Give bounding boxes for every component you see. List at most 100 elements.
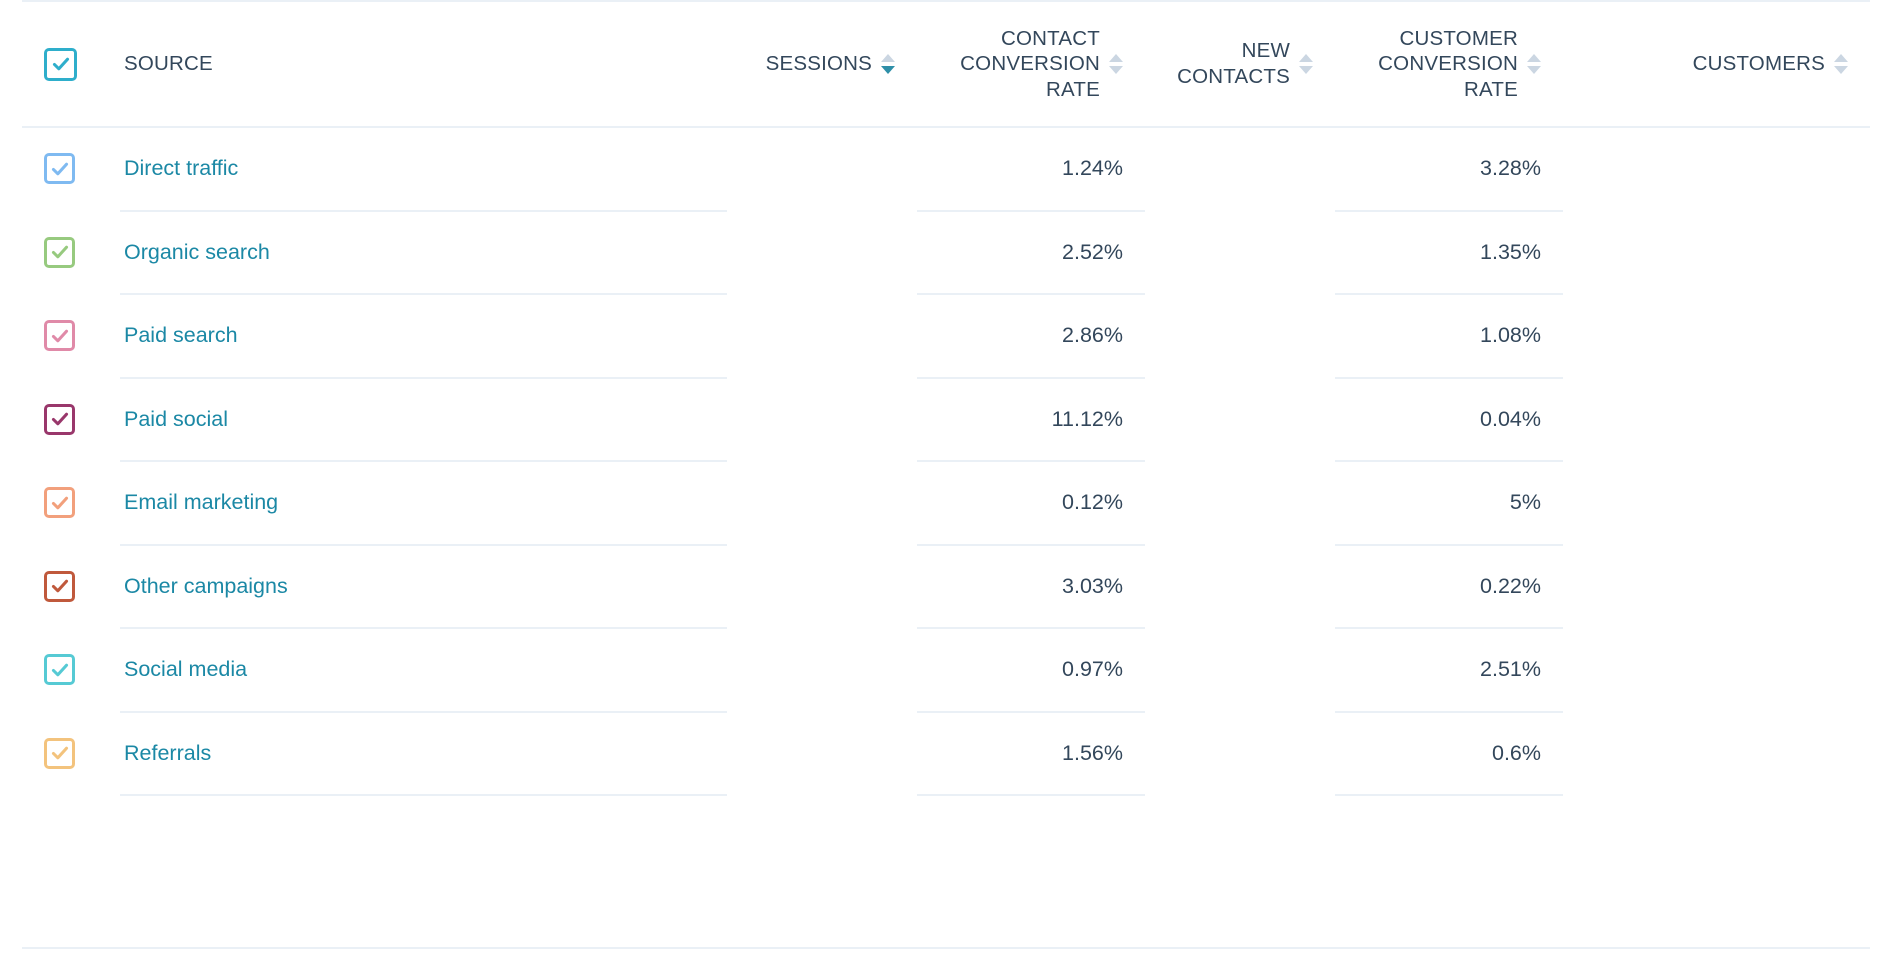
source-cell: Paid social — [120, 378, 727, 462]
row-checkbox[interactable] — [44, 487, 75, 518]
source-link[interactable]: Paid social — [124, 407, 228, 431]
row-checkbox[interactable] — [44, 320, 75, 351]
header-cell-customers[interactable]: CUSTOMERS — [1563, 1, 1870, 127]
contact-conversion-rate-cell: 0.97% — [917, 628, 1145, 712]
source-cell: Referrals — [120, 712, 727, 796]
source-link[interactable]: Paid search — [124, 323, 238, 347]
customers-cell — [1563, 628, 1870, 712]
new-contacts-cell — [1145, 545, 1335, 629]
customers-cell — [1563, 461, 1870, 545]
source-link[interactable]: Other campaigns — [124, 574, 288, 598]
header-cell-new-contacts[interactable]: NEW CONTACTS — [1145, 1, 1335, 127]
header-row: SOURCE SESSIONS CONTACT CONVERSION RAT — [22, 1, 1870, 127]
sort-descending-icon — [1299, 66, 1313, 74]
sort-descending-icon — [1527, 66, 1541, 74]
customer-conversion-rate-cell: 0.22% — [1335, 545, 1563, 629]
row-select-cell — [22, 461, 120, 545]
customers-cell — [1563, 378, 1870, 462]
sort-descending-icon — [1109, 66, 1123, 74]
table-row: Organic search2.52%1.35% — [22, 211, 1870, 295]
contact-conversion-rate-cell: 0.12% — [917, 461, 1145, 545]
table-row: Social media 0.97% 2.51% — [22, 628, 1870, 712]
sessions-cell — [727, 294, 917, 378]
row-select-cell — [22, 628, 120, 712]
header-select-all-cell — [22, 1, 120, 127]
check-icon — [49, 492, 70, 513]
source-cell: Direct traffic — [120, 127, 727, 211]
header-label-customers: CUSTOMERS — [1693, 51, 1825, 77]
source-link[interactable]: Organic search — [124, 240, 270, 264]
table-row: Email marketing0.12%5% — [22, 461, 1870, 545]
traffic-sources-table: SOURCE SESSIONS CONTACT CONVERSION RAT — [22, 0, 1870, 796]
sort-ascending-icon — [1527, 54, 1541, 62]
source-cell: Organic search — [120, 211, 727, 295]
sort-toggle-new-contacts[interactable] — [1299, 54, 1313, 74]
customers-cell — [1563, 127, 1870, 211]
sort-toggle-customer-conversion-rate[interactable] — [1527, 54, 1541, 74]
sort-ascending-icon — [1834, 54, 1848, 62]
row-checkbox[interactable] — [44, 654, 75, 685]
header-cell-customer-conversion-rate[interactable]: CUSTOMER CONVERSION RATE — [1335, 1, 1563, 127]
sessions-cell — [727, 461, 917, 545]
sort-descending-icon — [881, 66, 895, 74]
sort-toggle-sessions[interactable] — [881, 54, 895, 74]
customer-conversion-rate-cell: 0.04% — [1335, 378, 1563, 462]
traffic-sources-panel: SOURCE SESSIONS CONTACT CONVERSION RAT — [0, 0, 1892, 954]
contact-conversion-rate-cell: 3.03% — [917, 545, 1145, 629]
sort-ascending-icon — [1109, 54, 1123, 62]
customers-cell — [1563, 211, 1870, 295]
customer-conversion-rate-cell: 0.6% — [1335, 712, 1563, 796]
customer-conversion-rate-cell: 2.51% — [1335, 628, 1563, 712]
customers-cell — [1563, 545, 1870, 629]
header-label-customer-conversion-rate: CUSTOMER CONVERSION RATE — [1378, 26, 1518, 103]
source-cell: Paid search — [120, 294, 727, 378]
table-row: Referrals 1.56% 0.6% — [22, 712, 1870, 796]
source-link[interactable]: Social media — [124, 657, 247, 681]
contact-conversion-rate-cell: 1.56% — [917, 712, 1145, 796]
row-select-cell — [22, 211, 120, 295]
source-link[interactable]: Referrals — [124, 741, 211, 765]
sort-descending-icon — [1834, 66, 1848, 74]
sort-toggle-customers[interactable] — [1834, 54, 1848, 74]
select-all-checkbox[interactable] — [44, 48, 77, 81]
row-checkbox[interactable] — [44, 404, 75, 435]
header-cell-contact-conversion-rate[interactable]: CONTACT CONVERSION RATE — [917, 1, 1145, 127]
row-checkbox[interactable] — [44, 571, 75, 602]
contact-conversion-rate-cell: 2.52% — [917, 211, 1145, 295]
new-contacts-cell — [1145, 378, 1335, 462]
table-body: Direct traffic 1.24% 3.28% Organic search 2.… — [22, 127, 1870, 795]
check-icon — [49, 576, 70, 597]
row-select-cell — [22, 545, 120, 629]
table-row: Paid social 11.12% 0.04% — [22, 378, 1870, 462]
source-link[interactable]: Email marketing — [124, 490, 278, 514]
contact-conversion-rate-cell: 2.86% — [917, 294, 1145, 378]
sessions-cell — [727, 712, 917, 796]
row-select-cell — [22, 127, 120, 211]
source-link[interactable]: Direct traffic — [124, 156, 238, 180]
source-cell: Other campaigns — [120, 545, 727, 629]
sort-ascending-icon — [881, 54, 895, 62]
header-cell-sessions[interactable]: SESSIONS — [727, 1, 917, 127]
contact-conversion-rate-cell: 1.24% — [917, 127, 1145, 211]
check-icon — [50, 54, 71, 75]
sort-toggle-contact-conversion-rate[interactable] — [1109, 54, 1123, 74]
sessions-cell — [727, 545, 917, 629]
row-checkbox[interactable] — [44, 153, 75, 184]
table-bottom-divider — [22, 947, 1870, 949]
row-select-cell — [22, 712, 120, 796]
header-label-sessions: SESSIONS — [766, 51, 872, 77]
customer-conversion-rate-cell: 3.28% — [1335, 127, 1563, 211]
contact-conversion-rate-cell: 11.12% — [917, 378, 1145, 462]
header-label-source: SOURCE — [124, 51, 213, 77]
sessions-cell — [727, 628, 917, 712]
new-contacts-cell — [1145, 712, 1335, 796]
table-row: Paid search 2.86% 1.08% — [22, 294, 1870, 378]
new-contacts-cell — [1145, 628, 1335, 712]
sessions-cell — [727, 127, 917, 211]
row-checkbox[interactable] — [44, 738, 75, 769]
check-icon — [49, 743, 70, 764]
row-select-cell — [22, 378, 120, 462]
row-checkbox[interactable] — [44, 237, 75, 268]
customer-conversion-rate-cell: 1.08% — [1335, 294, 1563, 378]
table-row: Other campaigns 3.03% 0.22% — [22, 545, 1870, 629]
